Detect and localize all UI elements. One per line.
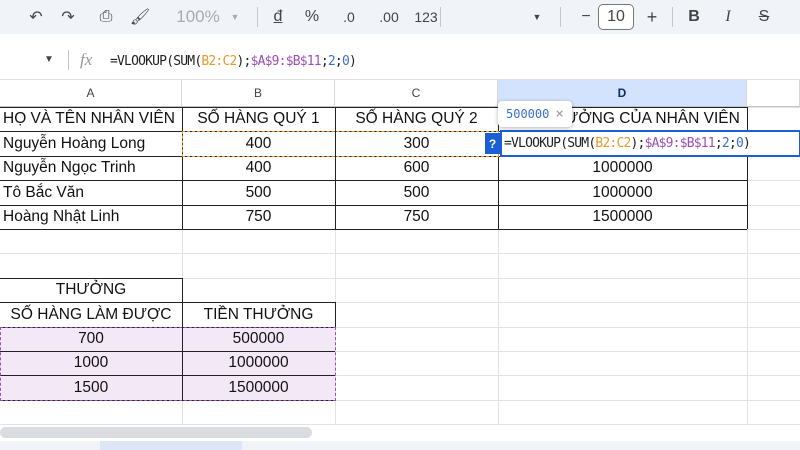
undo-icon[interactable]: ↶ [26,5,46,29]
table-header-cell: SỐ HÀNG QUÝ 1 [197,110,320,127]
divider [672,7,673,27]
range-ref-lookup-table: $A$9:$B$11 [644,136,716,151]
fx-icon: fx [80,50,93,69]
range-highlight-b2-c2 [182,131,499,157]
table-border [0,180,747,181]
table2-header-cell: TIỀN THƯỞNG [203,305,314,323]
formula-token: ); [236,54,252,69]
formula-token: 0 [341,54,350,69]
table-border [0,229,747,230]
table2-header-cell: SỐ HÀNG LÀM ĐƯỢC [10,305,172,323]
column-header-a[interactable]: A [0,80,182,107]
formula-token: 2 [721,136,730,151]
table-cell[interactable]: 750 [182,205,335,229]
column-header-b[interactable]: B [182,80,335,107]
formula-bar: ▼ fx =VLOOKUP(SUM(B2:C2);$A$9:$B$11;2;0) [0,34,800,80]
font-size-input[interactable]: 10 [598,4,634,30]
table-cell[interactable]: Nguyễn Ngọc Trinh [0,156,182,180]
table-border [182,107,183,229]
range-ref-lookup-table: $A$9:$B$11 [250,54,322,69]
decrease-font-size-button[interactable]: − [576,5,596,29]
table-cell[interactable]: 500 [182,180,335,205]
zoom-select[interactable]: 100% [168,5,228,29]
divider [560,7,561,27]
result-preview: 500000 [506,107,550,121]
table-cell[interactable]: 400 [182,156,335,180]
table-cell[interactable]: 1500000 [498,205,747,229]
table-cell[interactable]: 750 [335,205,498,229]
toolbar: ↶ ↷ ⎙ 🖌 100% ▼ đ % .0 .00 123 ▼ − 10 + B… [0,0,800,34]
formula-token: ; [714,136,723,151]
table-border [747,107,748,229]
table-header-cell: HỌ VÀ TÊN NHÂN VIÊN [3,110,175,127]
print-icon[interactable]: ⎙ [95,5,117,29]
table-cell[interactable]: Tô Bắc Văn [0,180,182,205]
formula-token: =VLOOKUP(SUM( [110,54,202,69]
strikethrough-button[interactable]: S [752,5,776,29]
column-header-e[interactable] [747,80,800,107]
cell-editor[interactable]: =VLOOKUP(SUM(B2:C2);$A$9:$B$11;2;0) [500,130,800,157]
gridline [0,424,800,425]
decrease-decimal-button[interactable]: .0 [338,5,360,29]
range-ref-b2-c2: B2:C2 [201,54,237,69]
formula-result-tooltip: 500000 × [498,101,572,127]
table-cell[interactable]: Hoàng Nhật Linh [0,205,182,229]
formula-token: 2 [327,54,336,69]
table-cell[interactable]: 500 [335,180,498,205]
formula-token: ; [334,54,343,69]
font-chevron-icon[interactable]: ▼ [530,5,544,29]
number-format-button[interactable]: 123 [410,5,442,29]
table-border [0,278,182,279]
column-header-c[interactable]: C [335,80,498,107]
range-ref-b2-c2: B2:C2 [595,136,631,151]
formula-token: =VLOOKUP(SUM( [504,136,596,151]
italic-button[interactable]: I [716,5,740,29]
paint-format-icon[interactable]: 🖌 [130,5,150,29]
formula-token: 0 [735,136,744,151]
horizontal-scrollbar[interactable] [0,427,312,438]
name-box-chevron-icon[interactable]: ▼ [44,54,54,65]
table-cell[interactable]: Nguyễn Hoàng Long [0,131,182,156]
table-border [0,205,747,206]
divider [68,50,69,70]
increase-decimal-button[interactable]: .00 [376,5,402,29]
table-cell[interactable]: 1000000 [498,156,747,180]
table-header-cell: SỐ HÀNG QUÝ 2 [355,110,478,127]
active-sheet-tab[interactable] [100,441,242,450]
divider [440,7,441,27]
formula-token: ; [320,54,329,69]
table-border [0,302,335,303]
table-cell[interactable]: 600 [335,156,498,180]
increase-font-size-button[interactable]: + [642,5,662,29]
divider [257,7,258,27]
gridline [0,253,800,254]
range-highlight-a9-b11 [0,327,336,401]
table-border [335,107,336,229]
formula-token: ); [630,136,646,151]
close-icon[interactable]: × [555,106,563,122]
zoom-chevron-icon[interactable]: ▼ [228,5,242,29]
table-cell[interactable]: 1000000 [498,180,747,205]
percent-button[interactable]: % [302,5,322,29]
table-border [335,302,336,327]
table-border [0,107,747,108]
formula-token: ) [742,136,751,151]
currency-button[interactable]: đ [270,5,286,29]
formula-input[interactable]: =VLOOKUP(SUM(B2:C2);$A$9:$B$11;2;0) [110,54,357,69]
formula-help-button[interactable]: ? [485,133,500,154]
redo-icon[interactable]: ↷ [58,5,78,29]
table2-title: THƯỞNG [55,281,127,298]
bold-button[interactable]: B [682,5,706,29]
formula-token: ) [348,54,357,69]
formula-token: ; [728,136,737,151]
